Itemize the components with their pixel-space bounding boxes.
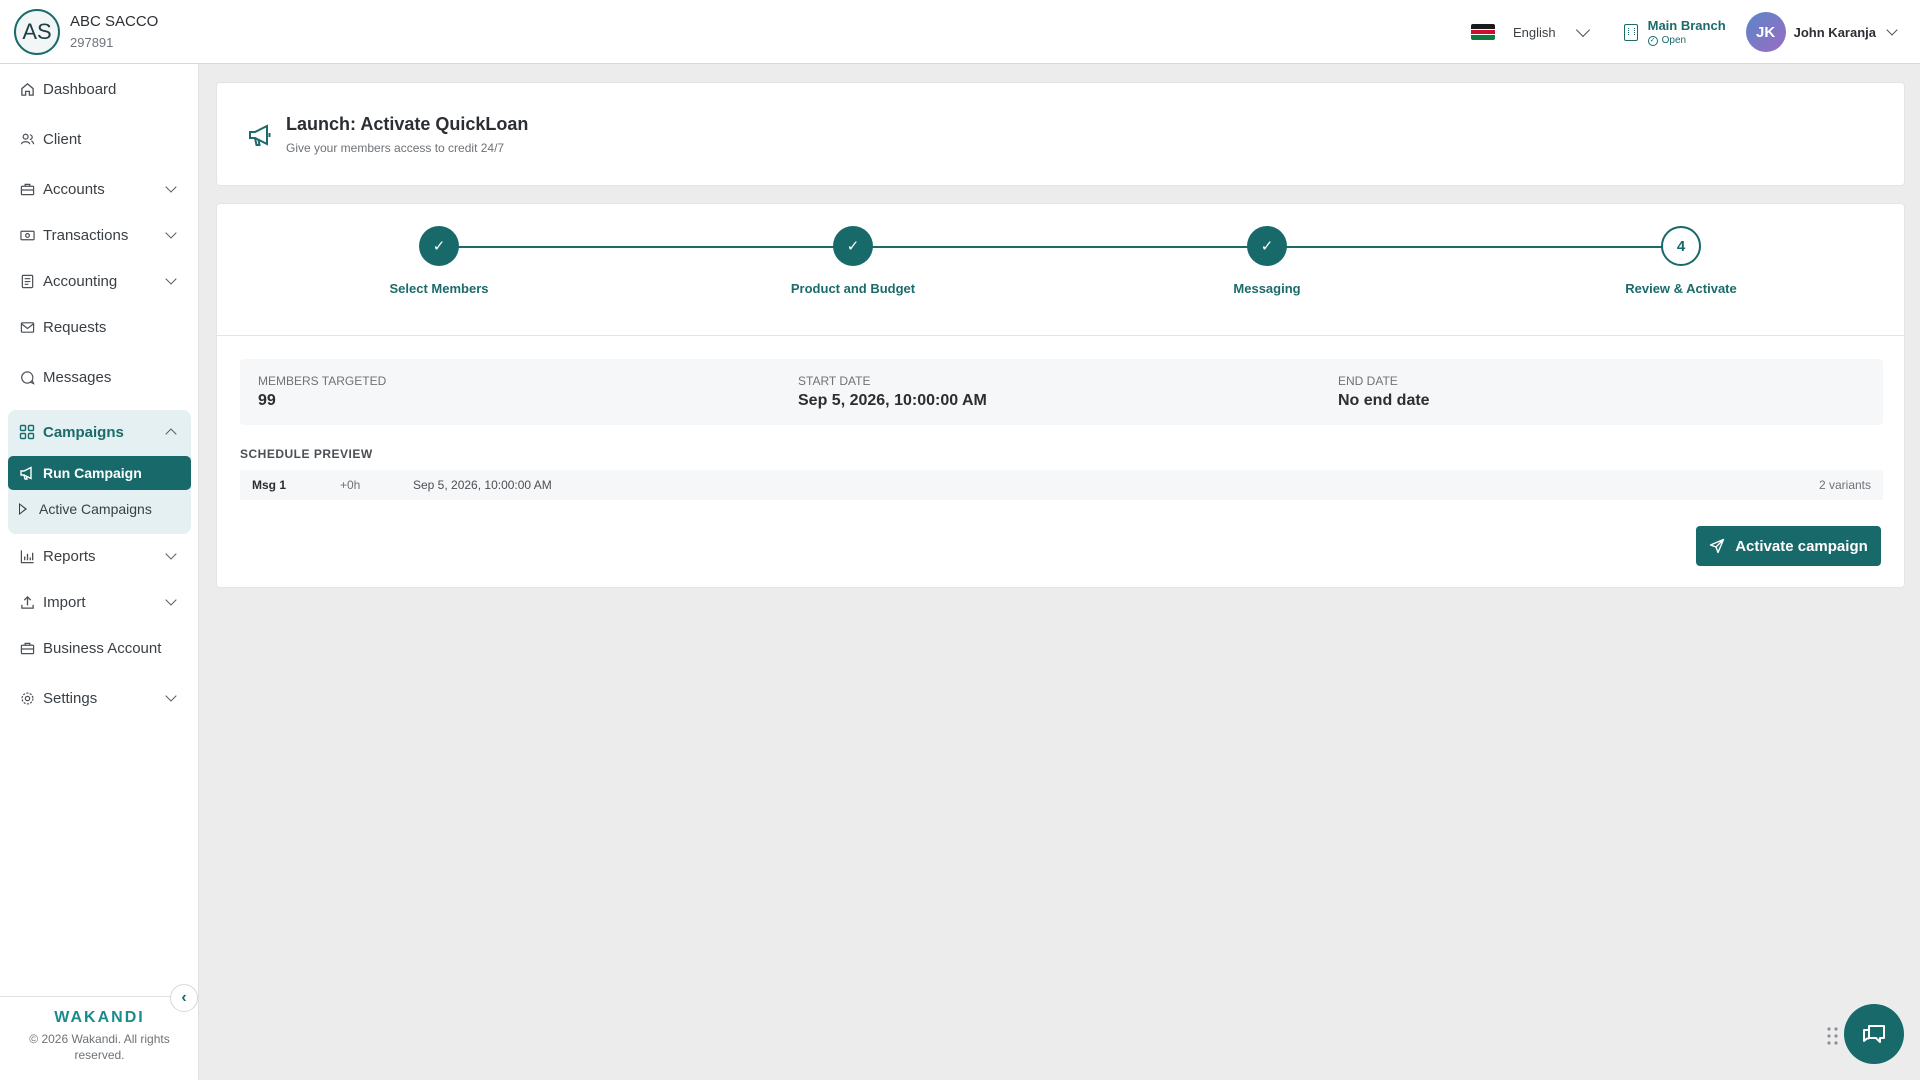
- sidebar-item-accounts[interactable]: Accounts: [8, 171, 191, 207]
- branch-selector[interactable]: Main Branch ✓ Open: [1623, 18, 1726, 46]
- upload-icon: [19, 594, 35, 610]
- briefcase-icon: [19, 181, 35, 197]
- sidebar-item-requests[interactable]: Requests: [8, 309, 191, 345]
- drag-handle-icon[interactable]: [1826, 1026, 1840, 1046]
- schedule-variants: 2 variants: [1818, 478, 1871, 492]
- user-name: John Karanja: [1793, 24, 1876, 40]
- chevron-down-icon: [165, 227, 177, 239]
- schedule-date: Sep 5, 2026, 10:00:00 AM: [413, 478, 552, 492]
- check-icon: ✓: [1247, 226, 1287, 266]
- activate-campaign-button[interactable]: Activate campaign: [1696, 526, 1881, 566]
- grid-icon: [19, 424, 35, 440]
- sidebar-item-client[interactable]: Client: [8, 121, 191, 157]
- ledger-icon: [19, 273, 35, 289]
- kenya-flag-icon: [1470, 24, 1495, 40]
- megaphone-icon: [19, 465, 35, 481]
- megaphone-icon: [247, 123, 273, 149]
- step-number: 4: [1661, 226, 1701, 266]
- stepper: ✓ Select Members ✓ Product and Budget ✓ …: [217, 204, 1906, 336]
- chevron-down-icon: [165, 690, 177, 702]
- stepper-track: [439, 246, 1667, 248]
- schedule-row: Msg 1 +0h Sep 5, 2026, 10:00:00 AM 2 var…: [240, 470, 1883, 500]
- check-icon: ✓: [833, 226, 873, 266]
- campaign-summary: MEMBERS TARGETED 99 START DATE Sep 5, 20…: [240, 359, 1883, 425]
- mail-icon: [19, 319, 35, 335]
- organization-switcher[interactable]: AS ABC SACCO 297891: [0, 8, 159, 55]
- language-label: English: [1512, 24, 1556, 40]
- user-menu[interactable]: JK John Karanja: [1745, 12, 1898, 52]
- chevron-down-icon: [165, 181, 177, 193]
- send-icon: [1709, 538, 1725, 554]
- brand-logo: WAKANDI: [54, 1009, 145, 1026]
- sidebar-item-transactions[interactable]: Transactions: [8, 217, 191, 253]
- chat-icon: [19, 369, 35, 385]
- sidebar-footer: WAKANDI © 2026 Wakandi. All rights reser…: [0, 996, 199, 1080]
- check-circle-icon: ✓: [1647, 35, 1658, 46]
- organization-avatar: AS: [14, 8, 60, 55]
- step-select-members[interactable]: ✓ Select Members: [329, 226, 549, 296]
- page-subtitle: Give your members access to credit 24/7: [286, 141, 505, 155]
- home-icon: [19, 81, 35, 97]
- campaign-wizard-card: ✓ Select Members ✓ Product and Budget ✓ …: [216, 203, 1906, 588]
- chat-support-button[interactable]: [1844, 1004, 1904, 1064]
- sidebar-item-run-campaign[interactable]: Run Campaign: [8, 456, 191, 490]
- chat-icon: [1860, 1020, 1888, 1048]
- step-review-and-activate[interactable]: 4 Review & Activate: [1571, 226, 1791, 296]
- sidebar-item-active-campaigns[interactable]: Active Campaigns: [8, 492, 191, 526]
- end-date: END DATE No end date: [1338, 374, 1430, 409]
- briefcase-icon: [19, 640, 35, 656]
- chevron-down-icon: [165, 273, 177, 285]
- branch-name: Main Branch: [1647, 18, 1726, 33]
- chevron-down-icon: [1575, 22, 1590, 37]
- step-messaging[interactable]: ✓ Messaging: [1157, 226, 1377, 296]
- cash-icon: [19, 227, 35, 243]
- sidebar-item-reports[interactable]: Reports: [8, 538, 191, 574]
- start-date: START DATE Sep 5, 2026, 10:00:00 AM: [798, 374, 987, 409]
- page-title: Launch: Activate QuickLoan: [286, 114, 529, 134]
- step-product-and-budget[interactable]: ✓ Product and Budget: [743, 226, 963, 296]
- avatar: JK: [1745, 12, 1786, 52]
- sidebar: Dashboard Client Accounts Transactions A…: [0, 64, 199, 1080]
- play-icon: [19, 503, 27, 515]
- sidebar-item-campaigns[interactable]: Campaigns: [8, 410, 191, 454]
- top-bar: AS ABC SACCO 297891 English Main Branch …: [0, 0, 1920, 64]
- sidebar-item-messages[interactable]: Messages: [8, 359, 191, 395]
- language-selector[interactable]: English: [1470, 22, 1590, 40]
- sidebar-item-accounting[interactable]: Accounting: [8, 263, 191, 299]
- sidebar-item-settings[interactable]: Settings: [8, 680, 191, 716]
- campaign-header-card: Launch: Activate QuickLoan Give your mem…: [216, 82, 1905, 186]
- schedule-offset: +0h: [340, 478, 361, 492]
- schedule-message: Msg 1: [252, 478, 287, 492]
- chart-icon: [19, 548, 35, 564]
- sidebar-item-import[interactable]: Import: [8, 584, 191, 620]
- chevron-down-icon: [165, 548, 177, 560]
- schedule-preview-title: SCHEDULE PREVIEW: [240, 447, 373, 461]
- chevron-left-icon: ‹: [181, 989, 187, 1006]
- chevron-up-icon: [165, 428, 177, 440]
- sidebar-item-dashboard[interactable]: Dashboard: [8, 71, 191, 107]
- building-icon: [1623, 23, 1638, 41]
- collapse-sidebar-button[interactable]: ‹: [170, 984, 198, 1012]
- chevron-down-icon: [1886, 23, 1898, 36]
- members-targeted: MEMBERS TARGETED 99: [258, 374, 387, 409]
- check-icon: ✓: [419, 226, 459, 266]
- sidebar-item-business-account[interactable]: Business Account: [8, 630, 191, 666]
- users-icon: [19, 131, 35, 147]
- organization-code: 297891: [70, 35, 114, 50]
- gear-icon: [19, 690, 35, 706]
- campaigns-group: Campaigns Run Campaign Active Campaigns: [8, 410, 191, 534]
- organization-name: ABC SACCO: [70, 13, 159, 30]
- copyright-text: © 2026 Wakandi. All rights reserved.: [29, 1032, 170, 1062]
- chevron-down-icon: [165, 594, 177, 606]
- branch-status: ✓ Open: [1647, 35, 1726, 46]
